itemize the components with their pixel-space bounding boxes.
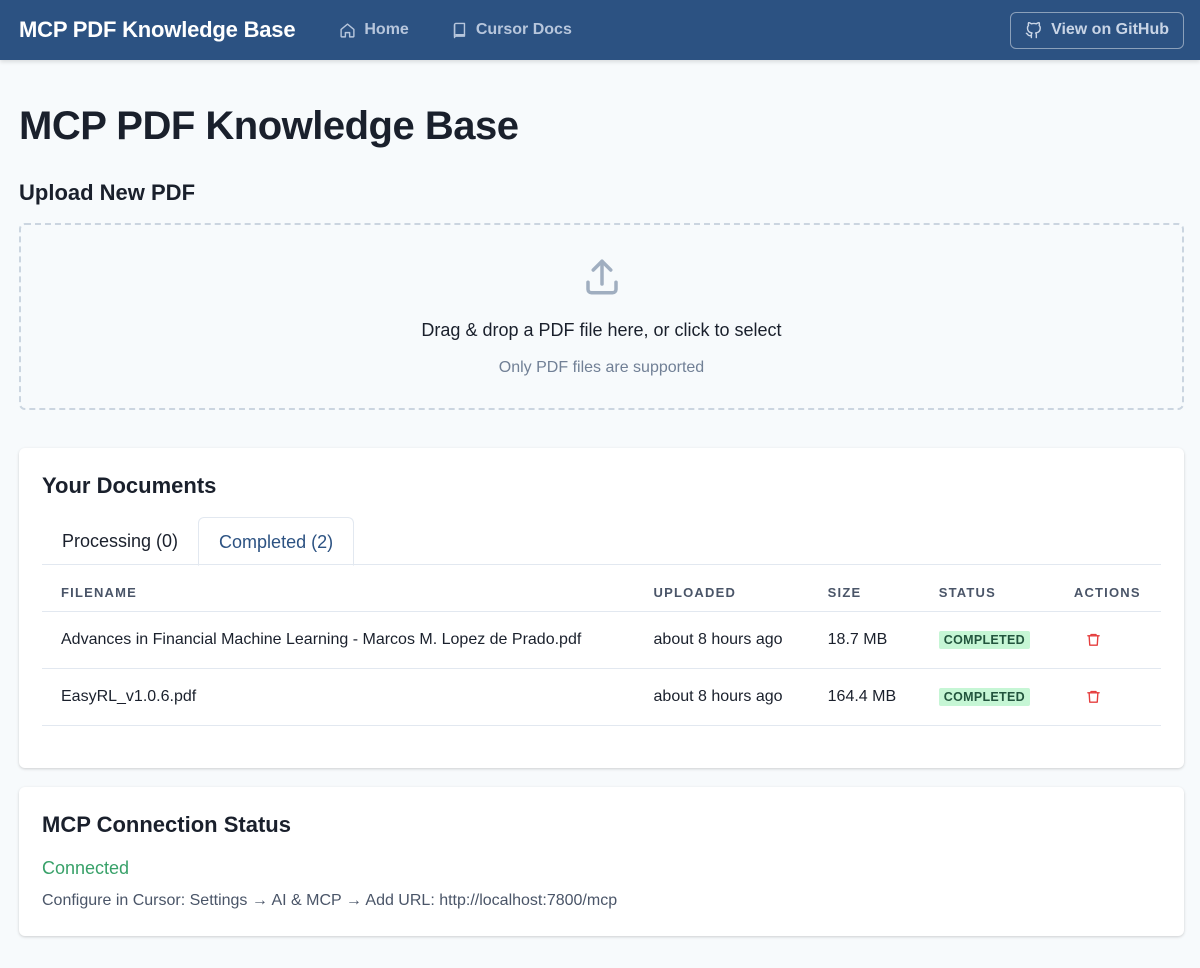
table-header-row: Filename Uploaded Size Status Actions [42, 565, 1161, 612]
status-badge: COMPLETED [938, 687, 1030, 706]
view-on-github-label: View on GitHub [1051, 21, 1169, 38]
main-content: MCP PDF Knowledge Base Upload New PDF Dr… [0, 103, 1200, 936]
status-badge: COMPLETED [938, 630, 1030, 649]
top-navbar: MCP PDF Knowledge Base Home Cursor Docs … [0, 0, 1200, 60]
row-filename: EasyRL_v1.0.6.pdf [42, 668, 635, 726]
column-header-uploaded: Uploaded [634, 565, 809, 612]
brand-title[interactable]: MCP PDF Knowledge Base [19, 17, 296, 43]
column-header-filename: Filename [42, 565, 635, 612]
table-row: Advances in Financial Machine Learning -… [42, 611, 1161, 669]
upload-icon [585, 259, 618, 295]
home-icon [340, 22, 355, 38]
row-uploaded: about 8 hours ago [634, 611, 809, 669]
connection-status-text: Connected [42, 858, 130, 878]
dropzone-instruction: Drag & drop a PDF file here, or click to… [421, 320, 782, 340]
row-size: 164.4 MB [808, 668, 920, 726]
document-tabs: Processing (0) Completed (2) [42, 517, 1161, 566]
table-row: EasyRL_v1.0.6.pdf about 8 hours ago 164.… [42, 668, 1161, 726]
mcp-status-title: MCP Connection Status [42, 812, 291, 837]
pdf-dropzone[interactable]: Drag & drop a PDF file here, or click to… [19, 223, 1184, 410]
row-status-cell: COMPLETED [919, 611, 1055, 669]
upload-section-title: Upload New PDF [19, 180, 196, 205]
documents-title: Your Documents [42, 473, 217, 498]
github-icon [1025, 21, 1041, 38]
row-actions-cell [1054, 611, 1161, 669]
delete-trash-icon[interactable] [1086, 689, 1101, 704]
mcp-config-instructions: Configure in Cursor: Settings → AI & MCP… [42, 892, 618, 909]
page-title: MCP PDF Knowledge Base [19, 104, 519, 148]
nav-link-home-label: Home [364, 21, 409, 38]
nav-link-cursor-docs[interactable]: Cursor Docs [451, 21, 572, 39]
column-header-status: Status [919, 565, 1055, 612]
documents-card: Your Documents Processing (0) Completed … [19, 448, 1184, 768]
book-icon [453, 22, 465, 38]
documents-table: Filename Uploaded Size Status Actions Ad… [42, 565, 1161, 726]
dropzone-hint: Only PDF files are supported [498, 359, 705, 376]
row-uploaded: about 8 hours ago [634, 668, 809, 726]
column-header-actions: Actions [1054, 565, 1161, 612]
nav-link-cursor-docs-label: Cursor Docs [475, 21, 572, 38]
row-filename: Advances in Financial Machine Learning -… [42, 611, 635, 669]
mcp-status-card: MCP Connection Status Connected Configur… [19, 787, 1184, 936]
tab-processing[interactable]: Processing (0) [42, 517, 198, 565]
row-actions-cell [1054, 668, 1161, 726]
delete-trash-icon[interactable] [1086, 632, 1101, 647]
view-on-github-button[interactable]: View on GitHub [1010, 11, 1184, 49]
row-size: 18.7 MB [808, 611, 920, 669]
row-status-cell: COMPLETED [919, 668, 1055, 726]
column-header-size: Size [808, 565, 920, 612]
tab-completed[interactable]: Completed (2) [198, 517, 355, 566]
nav-link-home[interactable]: Home [339, 21, 409, 39]
